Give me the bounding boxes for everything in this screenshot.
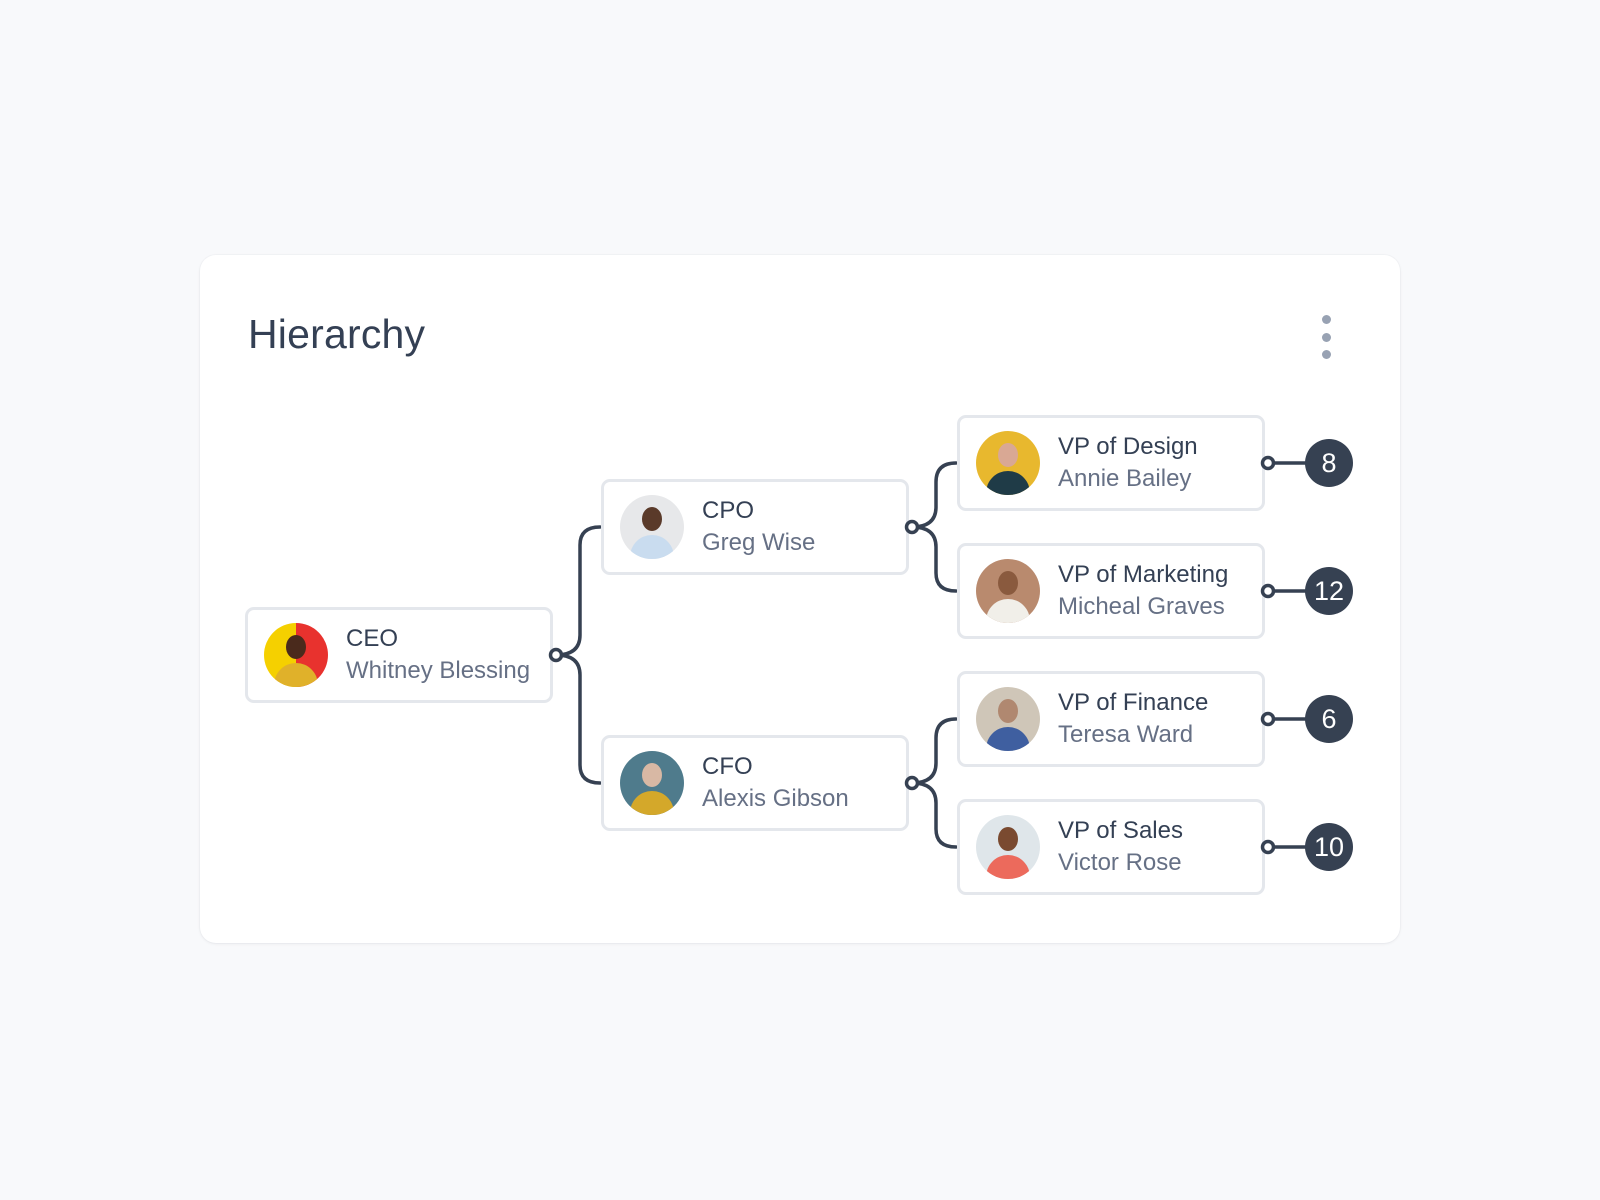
connector-dot xyxy=(1260,583,1276,599)
connector-dot xyxy=(1260,711,1276,727)
card-title: Hierarchy xyxy=(248,311,426,357)
avatar-cfo xyxy=(620,751,684,815)
connector-dot xyxy=(1260,839,1276,855)
node-cfo[interactable]: CFO Alexis Gibson xyxy=(601,735,909,831)
avatar-ceo xyxy=(264,623,328,687)
connector-dot xyxy=(904,519,920,535)
node-vp-sales[interactable]: VP of Sales Victor Rose xyxy=(957,799,1265,895)
reports-count-badge[interactable]: 12 xyxy=(1305,567,1353,615)
node-role: VP of Marketing xyxy=(1058,561,1229,588)
avatar-vp-finance xyxy=(976,687,1040,751)
avatar-cpo xyxy=(620,495,684,559)
node-role: CFO xyxy=(702,753,753,780)
node-name: Whitney Blessing xyxy=(346,657,531,684)
more-vertical-icon xyxy=(1321,315,1331,324)
node-vp-finance[interactable]: VP of Finance Teresa Ward xyxy=(957,671,1265,767)
node-role: CPO xyxy=(702,497,755,524)
node-name: Micheal Graves xyxy=(1058,593,1225,620)
node-role: VP of Finance xyxy=(1058,689,1209,716)
node-role: CEO xyxy=(346,625,399,652)
connector-dot xyxy=(548,647,564,663)
avatar-vp-sales xyxy=(976,815,1040,879)
more-options-button[interactable] xyxy=(1314,315,1338,359)
node-vp-design[interactable]: VP of Design Annie Bailey xyxy=(957,415,1265,511)
reports-count-badge[interactable]: 6 xyxy=(1305,695,1353,743)
node-role: VP of Sales xyxy=(1058,817,1183,844)
node-ceo[interactable]: CEO Whitney Blessing xyxy=(245,607,553,703)
node-role: VP of Design xyxy=(1058,433,1198,460)
reports-count-badge[interactable]: 8 xyxy=(1305,439,1353,487)
node-name: Greg Wise xyxy=(702,529,816,556)
connector-dot xyxy=(1260,455,1276,471)
node-name: Teresa Ward xyxy=(1058,721,1194,748)
node-name: Victor Rose xyxy=(1058,849,1182,876)
more-vertical-icon-dot xyxy=(1321,332,1331,342)
reports-count-badge[interactable]: 10 xyxy=(1305,823,1353,871)
node-name: Annie Bailey xyxy=(1058,465,1192,492)
connector-dot xyxy=(904,775,920,791)
avatar-vp-marketing xyxy=(976,559,1040,623)
node-vp-marketing[interactable]: VP of Marketing Micheal Graves xyxy=(957,543,1265,639)
node-cpo[interactable]: CPO Greg Wise xyxy=(601,479,909,575)
more-vertical-icon-dot xyxy=(1321,350,1331,359)
node-name: Alexis Gibson xyxy=(702,785,849,812)
avatar-vp-design xyxy=(976,431,1040,495)
